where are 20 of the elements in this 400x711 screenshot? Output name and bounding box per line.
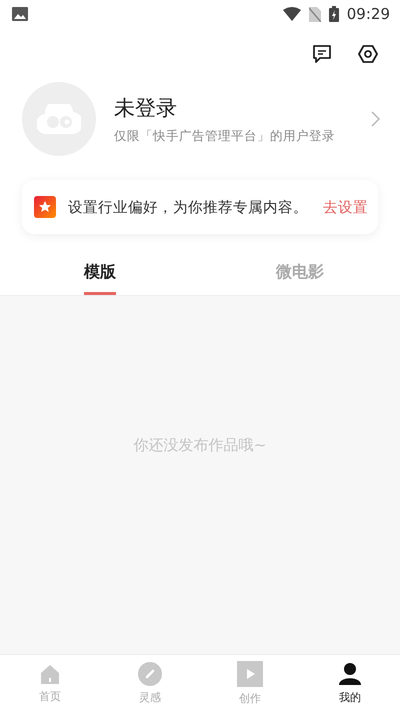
tab[interactable]: 微电影 xyxy=(276,252,324,295)
person-icon xyxy=(338,662,362,686)
play-icon xyxy=(237,660,263,686)
pencil-icon xyxy=(138,662,162,686)
banner-text: 设置行业偏好，为你推荐专属内容。 xyxy=(68,198,309,216)
nav-item[interactable]: 我的 xyxy=(300,655,400,711)
nav-item[interactable]: 灵感 xyxy=(100,655,200,711)
message-icon[interactable] xyxy=(312,44,332,64)
login-hint: 仅限「快手广告管理平台」的用户登录 xyxy=(114,128,336,144)
profile-name: 未登录 xyxy=(114,94,178,122)
nav-item[interactable]: 创作 xyxy=(200,655,300,711)
no-sim-icon xyxy=(308,6,321,22)
wifi-icon xyxy=(282,7,301,21)
image-icon xyxy=(12,7,28,21)
settings-icon[interactable] xyxy=(358,44,378,64)
setup-link[interactable]: 去设置 xyxy=(323,198,368,216)
status-time: 09:29 xyxy=(346,5,390,23)
home-icon xyxy=(39,662,61,684)
nav-item[interactable]: 首页 xyxy=(0,655,100,711)
battery-icon xyxy=(328,6,339,22)
